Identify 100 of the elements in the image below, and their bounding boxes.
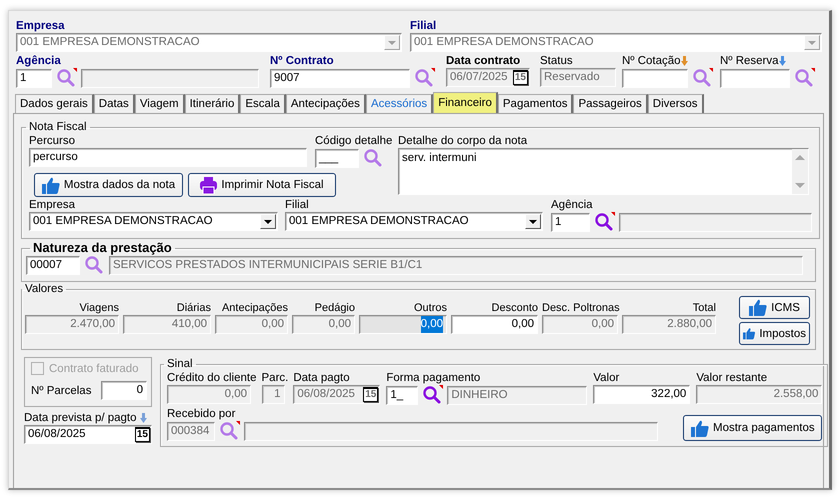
field-label: Valor: [593, 371, 620, 385]
input-field[interactable]: 00007: [26, 256, 80, 274]
arrow-down-icon: [680, 56, 688, 66]
date-field[interactable]: 06/08/2025 15: [293, 385, 380, 404]
dropdown[interactable]: 001 EMPRESA DEMONSTRACAO: [410, 33, 822, 52]
group-title: Nota Fiscal: [28, 120, 88, 134]
action-button[interactable]: Mostra pagamentos: [683, 415, 822, 441]
field-label: Data contrato: [446, 54, 520, 68]
field-label: Empresa: [29, 198, 76, 212]
search-icon[interactable]: [692, 68, 714, 88]
printer-icon: [200, 176, 218, 194]
thumbs-up-icon: [749, 299, 768, 316]
field-label: Data pagto: [293, 371, 350, 385]
input-field[interactable]: percurso: [29, 148, 307, 167]
input-field[interactable]: 9007: [270, 68, 410, 88]
readonly-field: 0,00: [359, 315, 447, 334]
field-label: Pedágio: [314, 301, 355, 315]
calendar-button[interactable]: 15: [363, 387, 378, 402]
tab[interactable]: Dados gerais: [15, 94, 94, 113]
readonly-field: 2.880,00: [622, 315, 716, 334]
input-field[interactable]: 0,00: [451, 315, 538, 334]
date-field[interactable]: 06/07/2025 15: [446, 68, 530, 87]
field-label: Outros: [412, 301, 447, 315]
field-label: Desc. Poltronas: [542, 301, 618, 315]
field-label: Nº Reserva: [720, 54, 779, 68]
input-field[interactable]: 0: [101, 381, 147, 400]
readonly-field: 0,00: [215, 315, 288, 334]
readonly-field: 2.470,00: [25, 315, 119, 334]
thumbs-up-icon: [743, 325, 756, 342]
calendar-button[interactable]: 15: [134, 427, 150, 442]
group-title: Valores: [24, 282, 64, 296]
input-field[interactable]: 1: [16, 68, 52, 88]
readonly-field: SERVICOS PRESTADOS INTERMUNICIPAIS SERIE B1/C1: [109, 256, 803, 274]
field-label: Nº Parcelas: [31, 384, 92, 398]
action-button[interactable]: Impostos: [739, 322, 810, 345]
thumbs-up-icon: [42, 176, 60, 194]
field-label: Desconto: [490, 301, 538, 315]
field-label: Viagens: [78, 301, 119, 315]
field-label: Parc.: [262, 371, 288, 385]
field-label: Agência: [16, 54, 61, 68]
readonly-field: 000384: [167, 422, 215, 440]
search-icon[interactable]: [56, 68, 78, 88]
readonly-field: 410,00: [123, 315, 211, 334]
text-area[interactable]: serv. intermuni: [398, 148, 809, 195]
search-icon[interactable]: [422, 385, 444, 405]
group-title: Sinal: [166, 357, 194, 371]
field-label: Percurso: [29, 134, 76, 148]
field-label: Código detalhe: [315, 134, 392, 148]
scrollbar[interactable]: [792, 149, 808, 194]
search-icon[interactable]: [794, 68, 816, 88]
tab[interactable]: Financeiro: [433, 92, 498, 113]
readonly-field: 0,00: [167, 385, 251, 404]
arrow-down-icon: [140, 413, 147, 423]
field-label: Antecipações: [220, 301, 288, 315]
tab[interactable]: Diversos: [648, 94, 704, 113]
thumbs-up-icon: [691, 420, 710, 436]
tab[interactable]: Datas: [94, 94, 135, 113]
date-field[interactable]: 06/08/2025 15: [24, 425, 152, 444]
group-title: Natureza da prestação: [32, 241, 173, 255]
search-icon[interactable]: [414, 68, 436, 88]
action-button[interactable]: Imprimir Nota Fiscal: [188, 173, 336, 197]
tab[interactable]: Passageiros: [573, 94, 648, 113]
field-label: Crédito do cliente: [167, 371, 256, 385]
calendar-button[interactable]: 15: [512, 70, 528, 85]
readonly-field: DINHEIRO: [447, 386, 588, 404]
search-icon[interactable]: [219, 421, 241, 441]
action-button[interactable]: Mostra dados da nota: [34, 173, 183, 197]
field-label: Nº Cotação: [622, 54, 681, 68]
field-label: Filial: [285, 198, 309, 212]
input-field[interactable]: [720, 68, 790, 88]
checkbox-label: Contrato faturado: [49, 362, 139, 374]
input-field[interactable]: 1: [551, 212, 590, 232]
field-label: Data prevista p/ pagto: [24, 411, 137, 425]
action-button[interactable]: ICMS: [739, 296, 810, 319]
input-field[interactable]: 1_: [386, 386, 418, 404]
field-label: Nº Contrato: [270, 54, 334, 68]
field-label: Filial: [410, 19, 436, 33]
readonly-field: 0,00: [542, 315, 618, 334]
input-field[interactable]: ___: [315, 148, 359, 168]
input-field[interactable]: [622, 68, 688, 88]
search-icon[interactable]: [594, 212, 616, 232]
field-label: Agência: [551, 198, 593, 212]
field-label: Total: [692, 301, 716, 315]
tab[interactable]: Acessórios: [366, 94, 434, 113]
input-field[interactable]: 322,00: [593, 385, 690, 404]
field-label: Recebido por: [167, 407, 236, 421]
readonly-field: 2.558,00: [696, 385, 822, 404]
tab[interactable]: Itinerário: [184, 94, 240, 113]
dropdown[interactable]: 001 EMPRESA DEMONSTRACAO: [29, 212, 278, 231]
arrow-down-icon: [778, 56, 786, 66]
field-label: Diárias: [176, 301, 211, 315]
dropdown[interactable]: 001 EMPRESA DEMONSTRACAO: [16, 33, 402, 52]
tab[interactable]: Pagamentos: [498, 94, 574, 113]
dropdown[interactable]: 001 EMPRESA DEMONSTRACAO: [285, 212, 543, 231]
field-label: Status: [540, 54, 573, 68]
tab[interactable]: Escala: [240, 94, 286, 113]
tab[interactable]: Antecipações: [286, 94, 366, 113]
tab[interactable]: Viagem: [134, 94, 185, 113]
field-label: Empresa: [16, 19, 65, 33]
readonly-field: Reservado: [540, 68, 616, 87]
